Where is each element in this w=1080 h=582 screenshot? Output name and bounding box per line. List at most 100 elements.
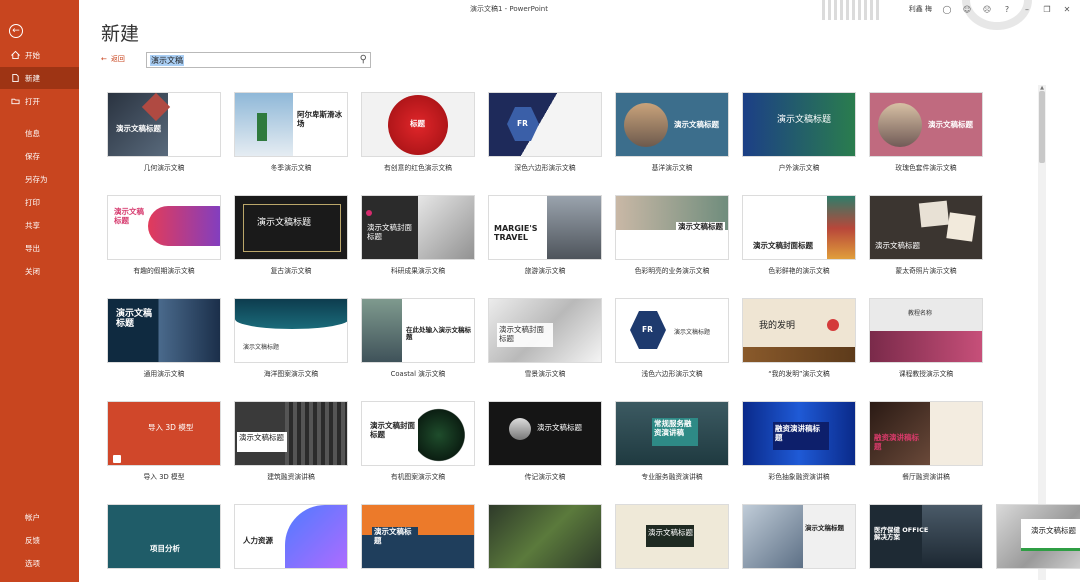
template-tile[interactable]: 演示文稿标题 有趣的假期演示文稿 (107, 195, 221, 275)
template-tile[interactable]: 演示文稿封面标题 色彩鲜艳的演示文稿 (742, 195, 856, 275)
template-caption: 色彩鲜艳的演示文稿 (768, 267, 830, 275)
sidebar-item-label: 反馈 (25, 535, 40, 545)
template-tile[interactable]: 演示文稿标题 基洋演示文稿 (615, 92, 729, 172)
sidebar-item-label: 开始 (25, 50, 40, 60)
template-tile[interactable]: 人力资源 (234, 504, 348, 569)
template-thumbnail: 演示文稿标题 (615, 504, 729, 569)
template-thumbnail: 演示文稿标题 (742, 504, 856, 569)
new-document-icon (12, 73, 19, 83)
template-tile[interactable]: 标题 有创意的红色演示文稿 (361, 92, 475, 172)
template-tile[interactable]: 演示文稿标题 (742, 504, 856, 569)
sidebar-item-label: 另存为 (25, 174, 48, 184)
back-link[interactable]: ← 返回 (101, 54, 125, 64)
user-name[interactable]: 利鑫 梅 (909, 4, 932, 14)
template-tile[interactable]: 导入 3D 模型 导入 3D 模型 (107, 401, 221, 481)
scrollbar-thumb[interactable] (1039, 91, 1045, 163)
sidebar-item-account[interactable]: 帐户 (0, 507, 79, 527)
template-caption: 导入 3D 模型 (143, 473, 185, 481)
sidebar-item-new[interactable]: 新建 (0, 67, 79, 89)
sidebar-item-info[interactable]: 信息 (0, 123, 79, 143)
template-caption: 深色六边形演示文稿 (514, 164, 576, 172)
template-caption: 浅色六边形演示文稿 (641, 370, 703, 378)
template-tile[interactable]: 演示文稿标题 (615, 504, 729, 569)
template-caption: 有创意的红色演示文稿 (384, 164, 452, 172)
template-thumbnail: 演示文稿标题 (107, 195, 221, 260)
sidebar-item-feedback[interactable]: 反馈 (0, 530, 79, 550)
sidebar-item-share[interactable]: 共享 (0, 215, 79, 235)
template-tile[interactable]: FR 深色六边形演示文稿 (488, 92, 602, 172)
sidebar-item-open[interactable]: 打开 (0, 90, 79, 112)
template-caption: 几何演示文稿 (143, 164, 185, 172)
template-thumbnail (488, 504, 602, 569)
template-tile[interactable]: 演示文稿封面标题 雪景演示文稿 (488, 298, 602, 378)
minimize-icon[interactable]: – (1022, 4, 1032, 14)
template-thumbnail: 演示文稿标题 (869, 195, 983, 260)
sidebar-item-save[interactable]: 保存 (0, 146, 79, 166)
template-tile[interactable]: 演示文稿标题 建筑融资演讲稿 (234, 401, 348, 481)
search-input-value: 演示文稿 (150, 55, 184, 66)
search-icon[interactable]: ⚲ (360, 54, 367, 65)
restore-icon[interactable]: ❐ (1042, 4, 1052, 14)
template-tile[interactable]: 演示文稿标题 蒙太奇照片演示文稿 (869, 195, 983, 275)
sidebar-item-home[interactable]: 开始 (0, 44, 79, 66)
template-tile[interactable]: 演示文稿标题 通用演示文稿 (107, 298, 221, 378)
template-caption: 海洋图案演示文稿 (263, 370, 319, 378)
sidebar-item-print[interactable]: 打印 (0, 192, 79, 212)
template-thumbnail: 医疗保健 OFFICE 解决方案 (869, 504, 983, 569)
template-tile[interactable]: 演示文稿标题 传记演示文稿 (488, 401, 602, 481)
avatar-icon[interactable]: ◯ (942, 4, 952, 14)
template-caption: 冬季演示文稿 (270, 164, 312, 172)
template-thumbnail: 在此处输入演示文稿标题 (361, 298, 475, 363)
template-caption: 科研成果演示文稿 (390, 267, 446, 275)
template-tile[interactable]: 演示文稿标题 户外演示文稿 (742, 92, 856, 172)
template-tile[interactable]: 演示文稿封面标题 有机图案演示文稿 (361, 401, 475, 481)
close-icon[interactable]: ✕ (1062, 4, 1072, 14)
template-tile[interactable] (488, 504, 602, 569)
help-icon[interactable]: ? (1002, 4, 1012, 14)
template-caption: 课程教授演示文稿 (898, 370, 954, 378)
template-caption: 旅游演示文稿 (524, 267, 566, 275)
template-tile[interactable]: 融资演讲稿标题 餐厅融资演讲稿 (869, 401, 983, 481)
template-tile[interactable]: 演示文稿标题 几何演示文稿 (107, 92, 221, 172)
template-search-input[interactable]: 演示文稿 ⚲ (146, 52, 371, 68)
back-arrow-icon[interactable]: ← (9, 24, 23, 38)
template-tile[interactable]: MARGIE'S TRAVEL 旅游演示文稿 (488, 195, 602, 275)
template-tile[interactable]: 项目分析 (107, 504, 221, 569)
sidebar-item-close[interactable]: 关闭 (0, 261, 79, 281)
template-thumbnail: 人力资源 (234, 504, 348, 569)
template-tile[interactable]: 演示文稿标题 海洋图案演示文稿 (234, 298, 348, 378)
template-tile[interactable]: 融资演讲稿标题 彩色抽象融资演讲稿 (742, 401, 856, 481)
template-thumbnail: 演示文稿封面标题 (488, 298, 602, 363)
sidebar-item-label: 保存 (25, 151, 40, 161)
template-tile[interactable]: 教程名称 课程教授演示文稿 (869, 298, 983, 378)
template-tile[interactable]: 演示文稿标题 (996, 504, 1080, 569)
titlebar-controls: 利鑫 梅 ◯ ☺ ☹ ? – ❐ ✕ (909, 0, 1080, 18)
template-thumbnail: 演示文稿标题 (869, 92, 983, 157)
feedback-frown-icon[interactable]: ☹ (982, 4, 992, 14)
sidebar-item-label: 新建 (25, 73, 40, 83)
sidebar-item-label: 帐户 (25, 512, 40, 522)
sidebar-item-label: 关闭 (25, 266, 40, 276)
template-tile[interactable]: 医疗保健 OFFICE 解决方案 (869, 504, 983, 569)
sidebar-item-options[interactable]: 选项 (0, 553, 79, 573)
template-caption: Coastal 演示文稿 (390, 370, 446, 378)
feedback-smile-icon[interactable]: ☺ (962, 4, 972, 14)
template-tile[interactable]: 在此处输入演示文稿标题 Coastal 演示文稿 (361, 298, 475, 378)
template-caption: 餐厅融资演讲稿 (902, 473, 950, 481)
sidebar-item-label: 打开 (25, 96, 40, 106)
template-thumbnail: 演示文稿封面标题 (361, 401, 475, 466)
template-thumbnail: 标题 (361, 92, 475, 157)
template-tile[interactable]: 常规服务融资演讲稿 专业服务融资演讲稿 (615, 401, 729, 481)
template-tile[interactable]: 演示文稿标题 复古演示文稿 (234, 195, 348, 275)
template-tile[interactable]: 演示文稿封面标题 科研成果演示文稿 (361, 195, 475, 275)
template-tile[interactable]: 我的发明 “我的发明”演示文稿 (742, 298, 856, 378)
template-tile[interactable]: 演示文稿标题 玫瑰色套件演示文稿 (869, 92, 983, 172)
template-caption: 专业服务融资演讲稿 (641, 473, 703, 481)
template-tile[interactable]: 演示文稿标题 (361, 504, 475, 569)
sidebar-item-export[interactable]: 导出 (0, 238, 79, 258)
template-caption: 蒙太奇照片演示文稿 (895, 267, 957, 275)
template-tile[interactable]: 演示文稿标题 色彩明亮的业务演示文稿 (615, 195, 729, 275)
sidebar-item-save-as[interactable]: 另存为 (0, 169, 79, 189)
template-tile[interactable]: FR 演示文稿标题 浅色六边形演示文稿 (615, 298, 729, 378)
template-tile[interactable]: 阿尔卑斯滑冰场 冬季演示文稿 (234, 92, 348, 172)
